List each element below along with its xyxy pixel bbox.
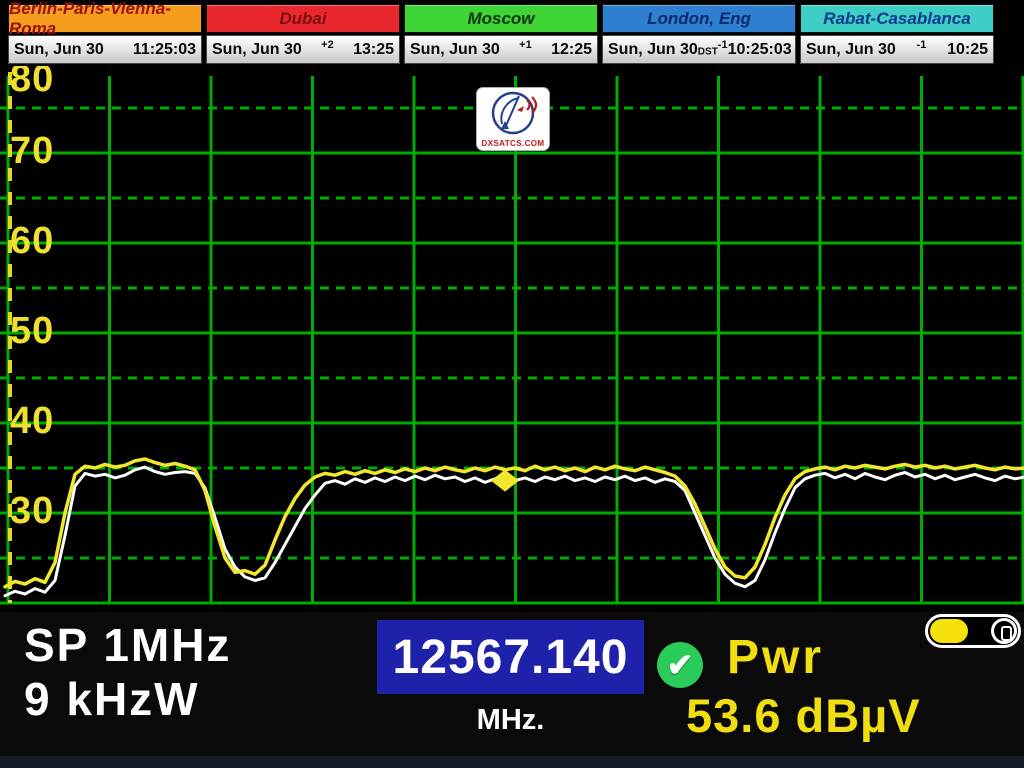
- y-tick-30: 30: [10, 492, 54, 530]
- city-tab-berlin: Berlin-Paris-Vienna-Roma: [8, 4, 202, 33]
- clock-column-berlin: Berlin-Paris-Vienna-Roma Sun, Jun 30 11:…: [8, 4, 202, 64]
- city-label: Dubai: [279, 9, 326, 29]
- city-tab-rabat: Rabat-Casablanca: [800, 4, 994, 33]
- clock-time: 13:25: [353, 41, 394, 59]
- clock-cell-dubai: Sun, Jun 30 +2 13:25: [206, 35, 400, 64]
- satellite-dish-icon: [477, 88, 549, 138]
- lock-check-icon: ✔: [657, 642, 703, 688]
- clock-cell-london: Sun, Jun 30 DST-1 10:25:03: [602, 35, 796, 64]
- clock-column-dubai: Dubai Sun, Jun 30 +2 13:25: [206, 4, 400, 64]
- clock-date: Sun, Jun 30: [410, 41, 500, 59]
- readout-panel: SP 1MHz 9 kHzW 12567.140 MHz. ✔ Pwr 53.6…: [0, 612, 1024, 768]
- y-tick-70: 70: [10, 132, 54, 170]
- tz-offset: -1: [917, 39, 927, 51]
- clock-time: 12:25: [551, 41, 592, 59]
- frequency-unit-label: MHz.: [377, 704, 644, 737]
- frequency-field[interactable]: 12567.140: [377, 620, 644, 694]
- dxsatcs-logo: DXSATCS.COM: [477, 88, 549, 150]
- clock-time: 10:25: [947, 41, 988, 59]
- clock-cell-rabat: Sun, Jun 30 -1 10:25: [800, 35, 994, 64]
- logo-text: DXSATCS.COM: [477, 139, 549, 148]
- power-value: 53.6 dBµV: [686, 688, 921, 743]
- city-label: Moscow: [467, 9, 534, 29]
- clock-date: Sun, Jun 30: [212, 41, 302, 59]
- bandwidth-label: 9 kHzW: [24, 676, 200, 722]
- clock-time: 10:25:03: [728, 41, 792, 59]
- city-tab-moscow: Moscow: [404, 4, 598, 33]
- power-label: Pwr: [727, 630, 824, 685]
- tz-offset: +2: [321, 39, 334, 51]
- y-tick-60: 60: [10, 222, 54, 260]
- city-tab-london: London, Eng: [602, 4, 796, 33]
- clock-date: Sun, Jun 30: [608, 41, 698, 59]
- bottom-strip: [0, 756, 1024, 768]
- clock-cell-berlin: Sun, Jun 30 11:25:03: [8, 35, 202, 64]
- spectrum-plot: 80 70 60 50 40 30 DXSATCS.COM: [0, 66, 1024, 612]
- city-label: London, Eng: [647, 9, 751, 29]
- clock-column-rabat: Rabat-Casablanca Sun, Jun 30 -1 10:25: [800, 4, 994, 64]
- clock-date: Sun, Jun 30: [806, 41, 896, 59]
- y-tick-80: 80: [10, 66, 54, 98]
- city-tab-dubai: Dubai: [206, 4, 400, 33]
- clock-time: 11:25:03: [133, 41, 196, 59]
- y-tick-50: 50: [10, 312, 54, 350]
- clock-date: Sun, Jun 30: [14, 41, 104, 59]
- span-label: SP 1MHz: [24, 622, 231, 668]
- y-tick-40: 40: [10, 402, 54, 440]
- clock-column-london: London, Eng Sun, Jun 30 DST-1 10:25:03: [602, 4, 796, 64]
- city-label: Rabat-Casablanca: [823, 9, 970, 29]
- world-clock-bar: Berlin-Paris-Vienna-Roma Sun, Jun 30 11:…: [0, 0, 1024, 66]
- frequency-value: 12567.140: [393, 630, 629, 685]
- clock-cell-moscow: Sun, Jun 30 +1 12:25: [404, 35, 598, 64]
- clock-column-moscow: Moscow Sun, Jun 30 +1 12:25: [404, 4, 598, 64]
- city-label: Berlin-Paris-Vienna-Roma: [9, 0, 201, 39]
- battery-terminal: [991, 618, 1017, 644]
- tz-prefix: DST: [698, 47, 718, 58]
- battery-fill: [930, 619, 968, 643]
- tz-offset: +1: [519, 39, 532, 51]
- tz-offset: -1: [718, 39, 728, 51]
- battery-icon: [925, 614, 1021, 648]
